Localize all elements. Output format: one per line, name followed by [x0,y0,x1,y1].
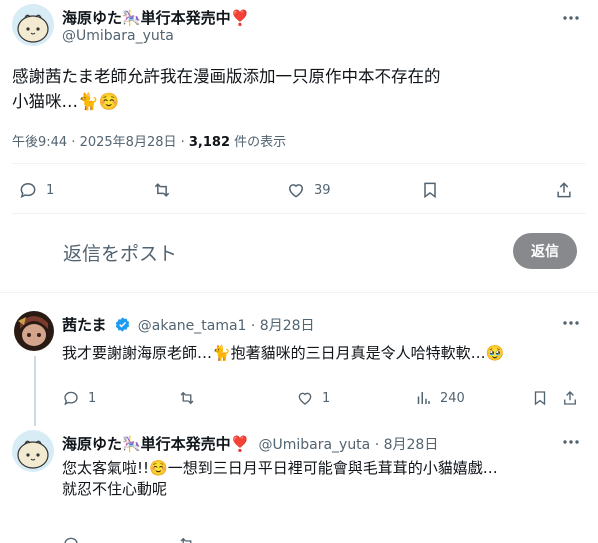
thread-line [34,356,36,426]
share-icon [564,391,576,405]
share-button[interactable] [561,389,579,407]
like-count: 39 [314,182,331,198]
reply-submit-button[interactable]: 返信 [513,233,577,269]
heart-icon [288,184,304,198]
author-name[interactable]: 海原ゆた🎠単行本発売中❣️ [62,435,249,453]
repost-icon [154,183,170,197]
post-meta: 午後9:44 · 2025年8月28日 · 3,182 件の表示 [12,131,286,150]
reply-icon [20,182,36,199]
repost-icon [180,391,194,405]
avatar-illustration [12,4,54,46]
repost-button[interactable] [177,389,197,407]
repost-button[interactable] [151,180,173,200]
reply-button[interactable]: 1 [62,389,96,407]
author-handle[interactable]: @akane_tama1 · 8月28日 [138,318,315,334]
like-count: 1 [322,390,331,406]
more-options-icon[interactable] [561,8,581,28]
more-options-icon[interactable] [561,313,581,333]
avatar-illustration [14,311,54,351]
divider [12,163,586,164]
post-view-label: 件の表示 [230,135,287,150]
post-text-line: 感謝茜たま老師允許我在漫画版添加一只原作中本不存在的 [12,67,441,86]
reply-button[interactable] [62,535,80,543]
views-button[interactable]: 240 [414,389,465,407]
reply-text: 您太客氣啦!!☺️一想到三日月平日裡可能會與毛茸茸的小貓嬉戲… 就忍不住心動呢 [62,458,587,500]
view-count: 240 [440,390,465,406]
share-button[interactable] [554,180,574,200]
divider [12,213,586,214]
reply-text-line: 您太客氣啦!!☺️一想到三日月平日裡可能會與毛茸茸的小貓嬉戲… [62,459,498,477]
avatar[interactable] [12,4,54,46]
divider [0,292,598,293]
repost-icon [180,537,192,543]
avatar[interactable] [12,430,54,472]
post-timestamp[interactable]: 午後9:44 · 2025年8月28日 · [12,135,189,150]
reply-text: 我才要謝謝海原老師…🐈抱著貓咪的三日月真是令人哈特軟軟…🥹 [62,344,505,362]
post-view-count: 3,182 [188,135,231,150]
heart-icon [298,392,312,405]
reply-icon [64,537,78,543]
like-button[interactable]: 39 [286,180,331,200]
reply-count: 1 [46,182,55,198]
reply-icon [64,391,78,406]
repost-button[interactable] [177,535,197,543]
bookmark-icon [534,391,546,406]
share-icon [557,182,571,198]
more-options-icon[interactable] [561,432,581,452]
reply-button[interactable]: 1 [18,180,54,200]
reply-composer-input[interactable]: 返信をポスト [63,239,177,266]
bookmark-icon [424,182,436,199]
reply-count: 1 [88,390,97,406]
author-handle[interactable]: @Umibara_yuta · 8月28日 [258,437,438,453]
author-name[interactable]: 茜たま [62,316,107,334]
reply-header: 茜たま @akane_tama1 · 8月28日 [62,314,315,335]
post-text-line: 小猫咪…🐈☺️ [12,92,120,111]
reply-header: 海原ゆた🎠単行本発売中❣️ @Umibara_yuta · 8月28日 [62,433,438,454]
like-button[interactable]: 1 [296,389,330,407]
reply-text-line: 就忍不住心動呢 [62,480,168,498]
analytics-icon [417,392,430,404]
bookmark-button[interactable] [420,180,440,200]
author-name[interactable]: 海原ゆた🎠単行本発売中❣️ [62,7,249,28]
avatar-illustration [12,430,54,472]
bookmark-button[interactable] [531,389,549,407]
verified-badge-icon [115,317,129,332]
author-handle[interactable]: @Umibara_yuta [62,28,174,44]
post-text: 感謝茜たま老師允許我在漫画版添加一只原作中本不存在的 小猫咪…🐈☺️ [12,64,592,114]
avatar[interactable] [14,311,54,351]
